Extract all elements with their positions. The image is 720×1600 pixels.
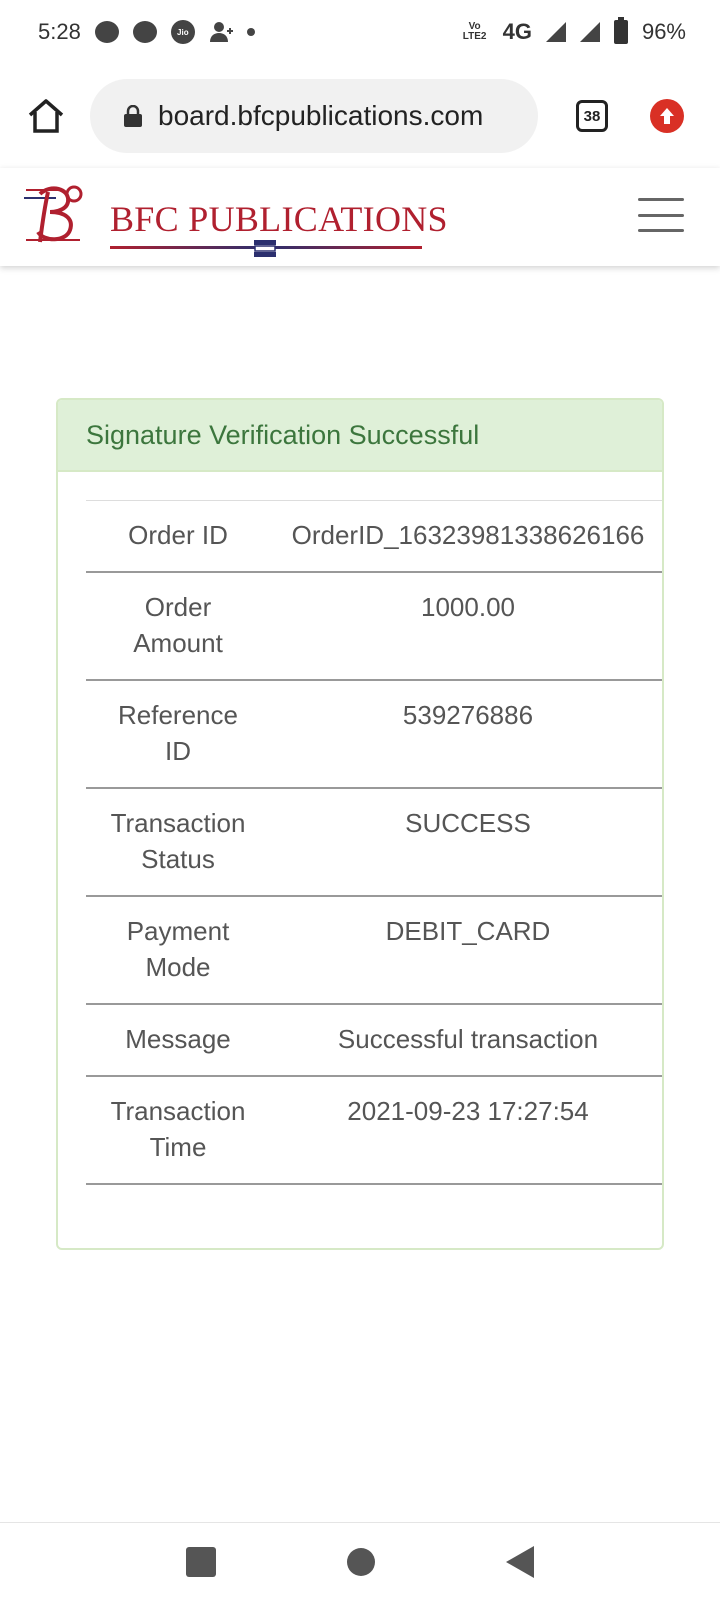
signal-icon-2 <box>579 22 600 42</box>
transaction-table: Order ID OrderID_16323981338626166 Order… <box>86 500 662 1185</box>
url-bar[interactable]: board.bfcpublications.com <box>90 79 538 153</box>
status-right: Vo LTE2 4G 96% <box>461 17 686 45</box>
battery-percent: 96% <box>641 19 686 44</box>
jio-icon: Jio <box>170 20 195 44</box>
row-label: Payment Mode <box>126 916 230 982</box>
hamburger-menu-icon[interactable] <box>638 198 684 232</box>
clock: 5:28 <box>38 19 81 44</box>
logo[interactable] <box>20 180 96 254</box>
menu-bar-2 <box>638 213 684 217</box>
row-value: DEBIT_CARD <box>385 916 551 946</box>
verification-card: Signature Verification Successful Order … <box>56 398 664 1250</box>
status-bar: 5:28 Jio Vo LTE2 4G 96% <box>0 0 720 64</box>
add-person-icon <box>209 21 233 43</box>
row-label: Transaction Time <box>110 1096 246 1162</box>
row-value: Successful transaction <box>337 1024 599 1054</box>
table-row: Reference ID 539276886 <box>86 681 662 789</box>
books-icon <box>252 238 278 258</box>
row-label: Reference ID <box>118 700 238 766</box>
brand-name: BFC PUBLICATIONS <box>110 199 448 239</box>
url-text: board.bfcpublications.com <box>158 100 484 131</box>
signal-icon <box>545 22 566 42</box>
row-label: Order ID <box>128 520 228 550</box>
dot-icon <box>246 28 255 36</box>
message-icon <box>132 21 157 43</box>
row-value: OrderID_16323981338626166 <box>291 520 645 550</box>
system-nav-bar <box>0 1522 720 1600</box>
network-type: 4G <box>502 19 532 44</box>
row-label: Order Amount <box>133 592 223 658</box>
browser-toolbar: board.bfcpublications.com 38 <box>0 64 720 168</box>
row-value: 539276886 <box>402 700 534 730</box>
brand[interactable]: BFC PUBLICATIONS <box>110 180 448 257</box>
table-row: Order Amount 1000.00 <box>86 573 662 681</box>
site-header: BFC PUBLICATIONS <box>0 168 720 266</box>
table-row: Payment Mode DEBIT_CARD <box>86 897 662 1005</box>
chat-icon <box>94 21 119 43</box>
tab-count: 38 <box>583 107 601 125</box>
row-value: 1000.00 <box>421 592 515 622</box>
table-row: Order ID OrderID_16323981338626166 <box>86 501 662 573</box>
back-icon[interactable] <box>506 1545 535 1578</box>
lock-icon <box>124 104 142 127</box>
menu-bar-3 <box>638 229 684 232</box>
home-circle-icon[interactable] <box>346 1547 375 1576</box>
update-icon[interactable] <box>650 99 684 133</box>
table-row: Transaction Status SUCCESS <box>86 789 662 897</box>
volte-indicator: Vo LTE2 <box>462 21 487 42</box>
row-label: Message <box>125 1024 231 1054</box>
menu-bar-1 <box>638 198 684 201</box>
status-left: 5:28 Jio <box>38 19 255 45</box>
home-icon[interactable] <box>22 92 70 140</box>
recent-apps-icon[interactable] <box>185 1546 216 1577</box>
table-row: Message Successful transaction <box>86 1005 662 1077</box>
tabs-icon[interactable]: 38 <box>576 100 608 132</box>
row-value: SUCCESS <box>405 808 531 838</box>
battery-icon <box>613 17 628 44</box>
card-heading: Signature Verification Successful <box>58 400 662 472</box>
row-value: 2021-09-23 17:27:54 <box>347 1096 589 1126</box>
row-label: Transaction Status <box>110 808 246 874</box>
table-row: Transaction Time 2021-09-23 17:27:54 <box>86 1077 662 1185</box>
